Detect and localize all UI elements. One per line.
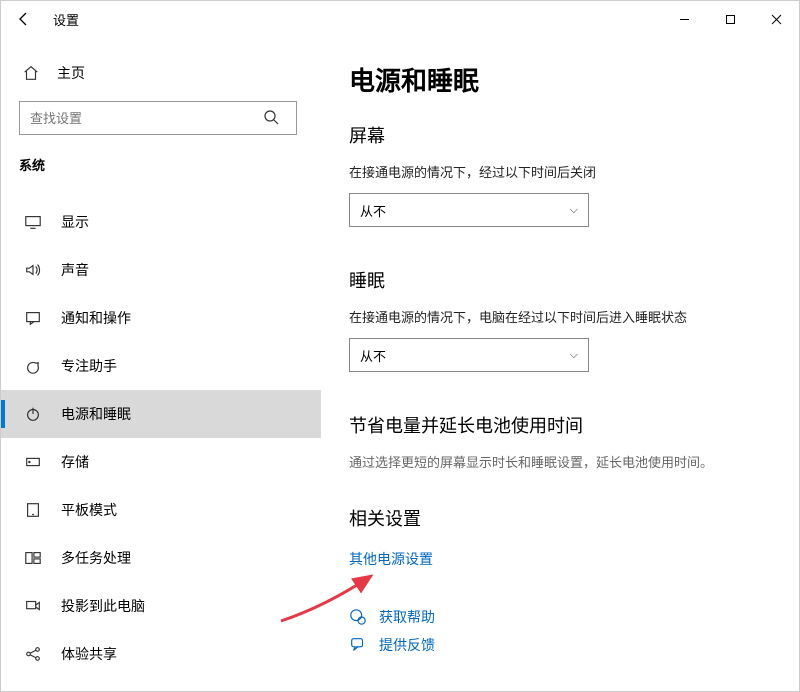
storage-icon: [23, 452, 43, 472]
search-box[interactable]: [19, 101, 311, 135]
sidebar-item-shared[interactable]: 体验共享: [19, 630, 311, 678]
tablet-icon: [23, 500, 43, 520]
screen-desc: 在接通电源的情况下，经过以下时间后关闭: [349, 162, 771, 181]
screen-heading: 屏幕: [349, 122, 771, 148]
sleep-desc: 在接通电源的情况下，电脑在经过以下时间后进入睡眠状态: [349, 307, 771, 326]
chevron-down-icon: ⌵: [570, 349, 578, 362]
sleep-timeout-dropdown[interactable]: 从不 ⌵: [349, 338, 589, 372]
sidebar-item-label: 专注助手: [61, 356, 117, 376]
get-help-label: 获取帮助: [379, 607, 435, 627]
page-title: 电源和睡眠: [349, 61, 771, 98]
sidebar-item-tablet[interactable]: 平板模式: [19, 486, 311, 534]
home-nav[interactable]: 主页: [19, 57, 311, 101]
sidebar-item-project[interactable]: 投影到此电脑: [19, 582, 311, 630]
sidebar-item-label: 投影到此电脑: [61, 596, 145, 616]
project-icon: [23, 596, 43, 616]
sidebar-item-label: 平板模式: [61, 500, 117, 520]
other-power-settings-link[interactable]: 其他电源设置: [349, 549, 433, 569]
titlebar: 设置: [1, 1, 799, 37]
save-desc: 通过选择更短的屏幕显示时长和睡眠设置，延长电池使用时间。: [349, 452, 771, 471]
section-label: 系统: [19, 155, 311, 174]
feedback-row[interactable]: 提供反馈: [349, 635, 771, 655]
chevron-down-icon: ⌵: [570, 204, 578, 217]
maximize-button[interactable]: [707, 3, 753, 35]
sidebar-item-display[interactable]: 显示: [19, 198, 311, 246]
close-button[interactable]: [753, 3, 799, 35]
feedback-icon: [349, 636, 367, 654]
window-title: 设置: [53, 10, 79, 29]
sidebar-item-label: 声音: [61, 260, 89, 280]
help-icon: [349, 608, 367, 626]
sidebar-item-notifications[interactable]: 通知和操作: [19, 294, 311, 342]
home-label: 主页: [57, 63, 85, 83]
screen-timeout-value: 从不: [360, 201, 386, 220]
screen-timeout-dropdown[interactable]: 从不 ⌵: [349, 193, 589, 227]
content: 电源和睡眠 屏幕 在接通电源的情况下，经过以下时间后关闭 从不 ⌵ 睡眠 在接通…: [321, 37, 799, 691]
search-input[interactable]: [19, 101, 297, 135]
home-icon: [21, 63, 41, 83]
sound-icon: [23, 260, 43, 280]
power-icon: [23, 404, 43, 424]
save-heading: 节省电量并延长电池使用时间: [349, 412, 771, 438]
sidebar-item-label: 显示: [61, 212, 89, 232]
sidebar-item-focus[interactable]: 专注助手: [19, 342, 311, 390]
notification-icon: [23, 308, 43, 328]
search-icon: [263, 109, 279, 128]
sidebar-item-multitask[interactable]: 多任务处理: [19, 534, 311, 582]
get-help-row[interactable]: 获取帮助: [349, 607, 771, 627]
feedback-label: 提供反馈: [379, 635, 435, 655]
sidebar-item-label: 电源和睡眠: [61, 404, 131, 424]
minimize-button[interactable]: [661, 3, 707, 35]
multitask-icon: [23, 548, 43, 568]
shared-icon: [23, 644, 43, 664]
related-heading: 相关设置: [349, 505, 771, 531]
back-button[interactable]: [9, 4, 39, 34]
sidebar-item-power[interactable]: 电源和睡眠: [1, 390, 321, 438]
sidebar-item-label: 存储: [61, 452, 89, 472]
sidebar-item-label: 体验共享: [61, 644, 117, 664]
sleep-timeout-value: 从不: [360, 346, 386, 365]
sidebar-item-storage[interactable]: 存储: [19, 438, 311, 486]
sleep-heading: 睡眠: [349, 267, 771, 293]
sidebar: 主页 系统 显示 声音 通知和操作 专注助手 电源和睡眠: [1, 37, 321, 691]
display-icon: [23, 212, 43, 232]
sidebar-item-label: 多任务处理: [61, 548, 131, 568]
sidebar-item-sound[interactable]: 声音: [19, 246, 311, 294]
focus-icon: [23, 356, 43, 376]
sidebar-item-label: 通知和操作: [61, 308, 131, 328]
